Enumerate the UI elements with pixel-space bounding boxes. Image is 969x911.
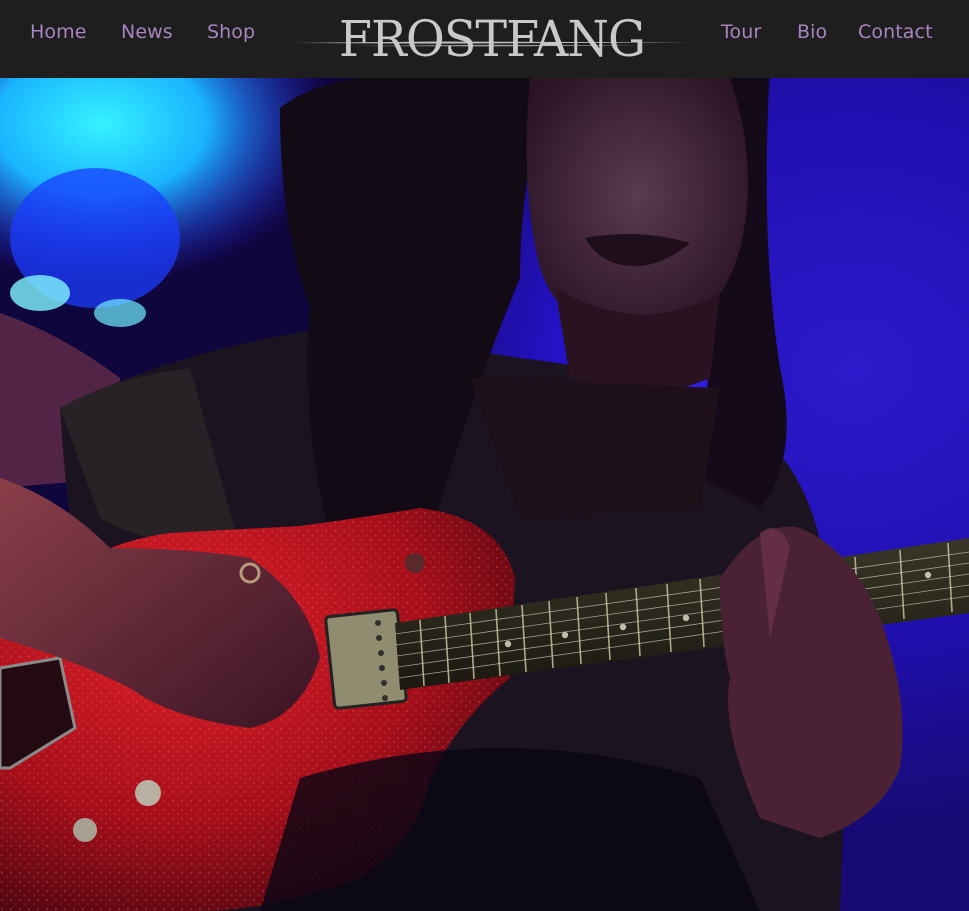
top-navbar: Home News Shop FROSTFANG Tour Bio Contac… xyxy=(0,0,969,78)
band-logo-graphic: FROSTFANG xyxy=(294,10,690,64)
guitar-pickup xyxy=(324,608,408,710)
nav-link-shop[interactable]: Shop xyxy=(207,21,255,43)
nav-link-tour[interactable]: Tour xyxy=(721,21,761,43)
hero-illustration xyxy=(0,78,969,911)
nav-link-contact[interactable]: Contact xyxy=(858,21,933,43)
nav-link-news[interactable]: News xyxy=(121,21,173,43)
nav-link-bio[interactable]: Bio xyxy=(797,21,827,43)
nav-link-home[interactable]: Home xyxy=(30,21,87,43)
logo-wordmark: FROSTFANG xyxy=(339,10,645,64)
hero-photo-guitarist xyxy=(0,78,969,911)
page: Home News Shop FROSTFANG Tour Bio Contac… xyxy=(0,0,969,911)
guitar-knob-toggle xyxy=(405,553,425,573)
guitar-knob-volume xyxy=(135,780,161,806)
band-logo[interactable]: FROSTFANG xyxy=(294,6,690,64)
backdrop-art-highlight xyxy=(94,299,146,327)
guitar-knob-tone xyxy=(73,818,97,842)
backdrop-art-highlight xyxy=(10,275,70,311)
